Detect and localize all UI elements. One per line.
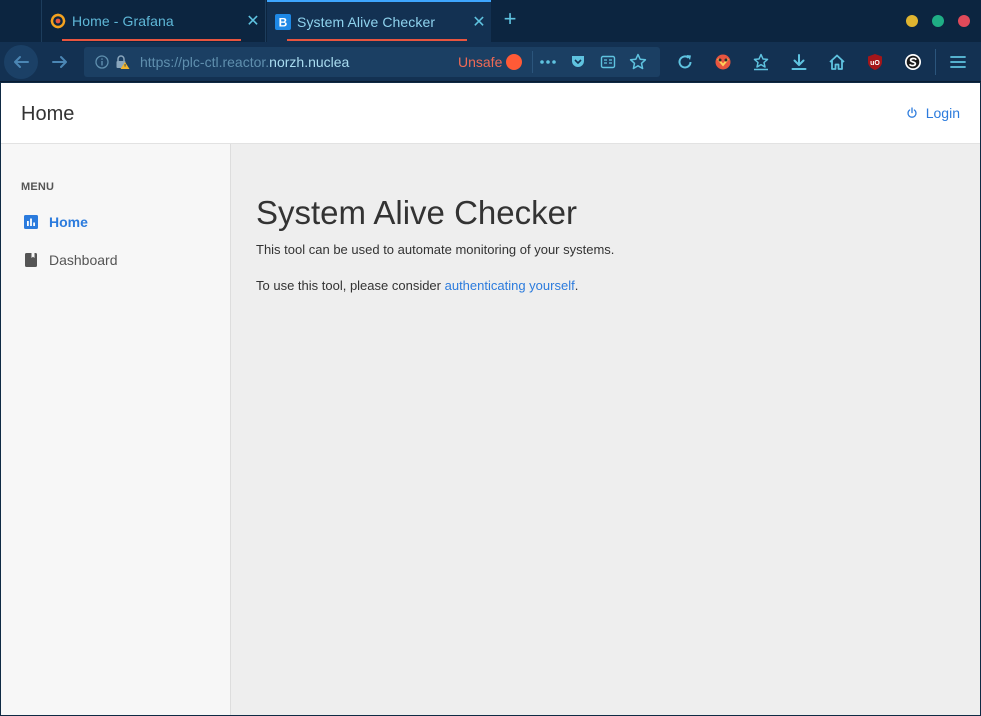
auth-prompt-suffix: .: [574, 278, 579, 293]
sync-s-icon[interactable]: [901, 50, 925, 74]
menu-label: MENU: [21, 181, 55, 193]
header-title: Home: [21, 103, 75, 125]
reader-view-icon[interactable]: [593, 54, 623, 70]
close-tab-icon[interactable]: ✕: [467, 12, 491, 32]
sidebar-item-home[interactable]: Home: [21, 210, 88, 234]
arrow-left-icon: [14, 56, 29, 68]
auth-prompt: To use this tool, please consider authen…: [256, 278, 578, 293]
library-star-icon[interactable]: [749, 50, 773, 74]
auth-prompt-prefix: To use this tool, please consider: [256, 278, 445, 293]
navigation-toolbar: https://plc-ctl.reactor.norzh.nuclea Uns…: [0, 42, 981, 82]
unsafe-label[interactable]: Unsafe: [458, 54, 502, 70]
b-letter-icon: B: [275, 14, 291, 30]
arrow-right-icon: [52, 56, 67, 68]
home-icon[interactable]: [825, 50, 849, 74]
sidebar-item-dashboard[interactable]: Dashboard: [21, 248, 118, 272]
window-maximize-button[interactable]: [932, 15, 944, 27]
new-tab-button[interactable]: +: [498, 8, 522, 32]
url-text: https://plc-ctl.reactor.norzh.nuclea: [140, 54, 450, 70]
sidebar-item-label: Dashboard: [49, 252, 118, 268]
sidebar-item-label: Home: [49, 214, 88, 230]
power-icon: [907, 107, 917, 118]
pocket-icon[interactable]: [563, 54, 593, 70]
back-button[interactable]: [4, 45, 38, 79]
close-tab-icon[interactable]: ✕: [241, 11, 265, 31]
tab-bar-spacer: [0, 0, 42, 42]
description-text: This tool can be used to automate monito…: [256, 242, 615, 257]
svg-text:uO: uO: [870, 60, 880, 67]
page-title: System Alive Checker: [256, 194, 577, 231]
login-label: Login: [925, 105, 960, 121]
tab-underline: [287, 39, 467, 41]
sidebar: MENU Home Dashboard: [1, 144, 231, 715]
ublock-shield-icon[interactable]: uO: [863, 50, 887, 74]
tab-bar: Home - Grafana ✕ B System Alive Checker …: [0, 0, 981, 42]
address-bar[interactable]: https://plc-ctl.reactor.norzh.nuclea Uns…: [84, 47, 660, 77]
bookmark-star-icon[interactable]: [623, 53, 653, 71]
tab-grafana[interactable]: Home - Grafana ✕: [42, 0, 266, 42]
url-prefix: https://plc-ctl.reactor.: [140, 54, 270, 70]
insecure-lock-icon[interactable]: [112, 54, 132, 70]
tab-underline: [62, 39, 241, 41]
tab-title: System Alive Checker: [297, 14, 436, 30]
reload-icon[interactable]: [673, 50, 697, 74]
url-host: norzh.nuclea: [269, 54, 350, 70]
window-minimize-button[interactable]: [906, 15, 918, 27]
window-close-button[interactable]: [958, 15, 970, 27]
toolbar-divider: [935, 49, 936, 75]
download-icon[interactable]: [787, 50, 811, 74]
forward-button[interactable]: [48, 50, 72, 74]
bar-chart-icon: [21, 212, 41, 232]
tab-system-alive-checker[interactable]: B System Alive Checker ✕: [267, 0, 491, 42]
web-page: Home Login MENU Home Dashboard System Al…: [1, 83, 980, 715]
tab-title: Home - Grafana: [72, 13, 174, 29]
page-header: Home Login: [1, 83, 980, 144]
unsafe-indicator-icon: [506, 54, 523, 70]
svg-text:B: B: [279, 16, 288, 30]
extension-fox-icon[interactable]: [711, 50, 735, 74]
book-icon: [21, 250, 41, 270]
grafana-logo-icon: [50, 13, 66, 29]
authenticate-link[interactable]: authenticating yourself: [445, 278, 575, 293]
page-actions-icon[interactable]: [533, 59, 563, 65]
hamburger-menu-icon[interactable]: [946, 50, 970, 74]
info-icon[interactable]: [92, 55, 112, 69]
login-button[interactable]: Login: [906, 105, 960, 121]
